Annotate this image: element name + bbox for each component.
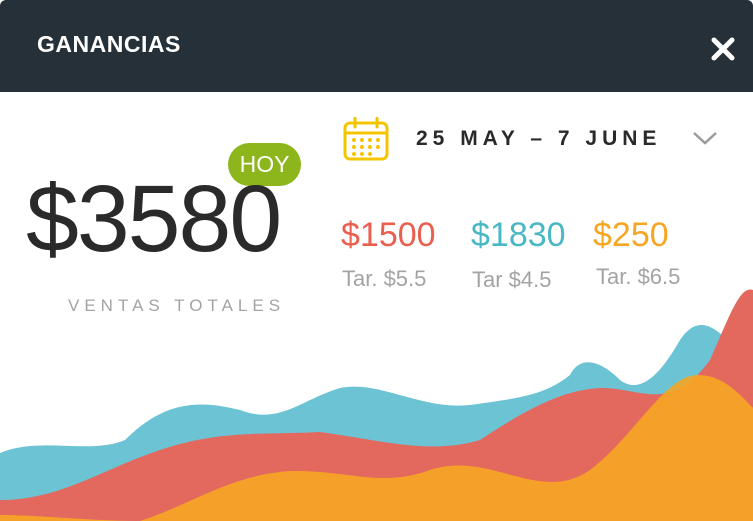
stat-value-orange: $250 (593, 216, 669, 254)
calendar-icon[interactable] (343, 117, 389, 161)
earnings-area-chart (0, 289, 753, 521)
date-range-label[interactable]: 25 MAY – 7 JUNE (416, 127, 661, 151)
header-bar: GANANCIAS (0, 0, 753, 92)
total-sales-value: $3580 (26, 166, 282, 272)
close-icon[interactable] (708, 34, 738, 64)
stat-value-red: $1500 (341, 216, 436, 254)
stat-value-teal: $1830 (471, 216, 566, 254)
header-title: GANANCIAS (37, 31, 181, 57)
chevron-down-icon[interactable] (692, 129, 718, 147)
